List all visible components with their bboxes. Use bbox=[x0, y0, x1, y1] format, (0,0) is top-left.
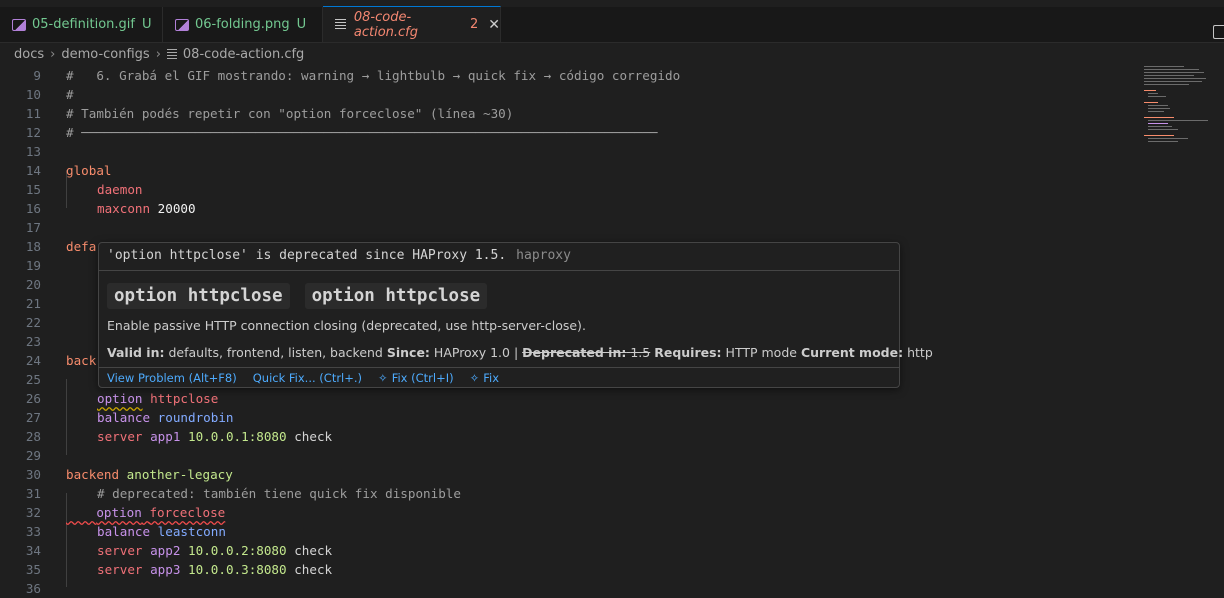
divider bbox=[99, 270, 899, 271]
code-line: 27 balance roundrobin bbox=[25, 410, 234, 425]
diagnostic-message: 'option httpclose' is deprecated since H… bbox=[107, 248, 571, 263]
code-line: 35 server app3 10.0.0.3:8080 check bbox=[25, 562, 333, 577]
hover-code: option httpclose bbox=[107, 283, 290, 309]
hover-title: option httpclose option httpclose bbox=[107, 283, 488, 309]
code-line: 28 server app1 10.0.0.1:8080 check bbox=[25, 429, 333, 444]
image-file-icon bbox=[175, 18, 189, 31]
code-line: 13 bbox=[25, 144, 41, 159]
image-file-icon bbox=[12, 18, 26, 31]
hover-actions: View Problem (Alt+F8) Quick Fix... (Ctrl… bbox=[107, 371, 499, 385]
code-line: 15 daemon bbox=[25, 182, 143, 197]
breadcrumb: docs › demo-configs › 08-code-action.cfg bbox=[14, 44, 304, 64]
code-line: 36 bbox=[25, 581, 41, 596]
breadcrumb-item[interactable]: 08-code-action.cfg bbox=[183, 47, 304, 62]
diagnostic-source: haproxy bbox=[516, 248, 571, 263]
fix-link[interactable]: ✧ Fix (Ctrl+I) bbox=[378, 371, 454, 385]
text-file-icon bbox=[166, 48, 177, 60]
tab-label: 06-folding.png bbox=[195, 17, 290, 32]
code-line: 32 option forceclose bbox=[25, 505, 226, 520]
hover-code: option httpclose bbox=[304, 283, 488, 309]
untracked-badge: U bbox=[296, 17, 307, 32]
deprecated-keyword[interactable]: option bbox=[97, 391, 143, 406]
tab-08-code-action[interactable]: 08-code-action.cfg 2 ✕ bbox=[323, 6, 501, 42]
breadcrumb-item[interactable]: demo-configs bbox=[61, 47, 149, 62]
code-line: 30 backend another-legacy bbox=[25, 467, 233, 482]
code-line: 10 # bbox=[25, 87, 74, 102]
divider bbox=[99, 367, 899, 368]
code-line: 16 maxconn 20000 bbox=[25, 201, 196, 216]
code-line: 17 bbox=[25, 220, 41, 235]
quick-fix-link[interactable]: Quick Fix... (Ctrl+.) bbox=[253, 371, 362, 385]
hover-metadata: Valid in: defaults, frontend, listen, ba… bbox=[107, 345, 933, 360]
code-line: 26 option httpclose bbox=[25, 391, 219, 406]
code-line: 33 balance leastconn bbox=[25, 524, 226, 539]
hover-widget: 'option httpclose' is deprecated since H… bbox=[98, 242, 933, 388]
tab-05-definition[interactable]: 05-definition.gif U bbox=[0, 7, 163, 42]
code-line: 29 bbox=[25, 448, 41, 463]
tab-label: 05-definition.gif bbox=[32, 17, 135, 32]
untracked-badge: U bbox=[142, 17, 152, 32]
chevron-right-icon: › bbox=[50, 46, 56, 62]
text-file-icon bbox=[335, 19, 346, 30]
tab-06-folding[interactable]: 06-folding.png U bbox=[163, 7, 323, 42]
problem-count-badge: 2 bbox=[469, 17, 479, 32]
code-line: 12 # ────────────────────────────────────… bbox=[25, 125, 658, 140]
split-editor-icon[interactable] bbox=[1213, 25, 1224, 39]
code-line: 9 # 6. Grabá el GIF mostrando: warning → … bbox=[33, 68, 681, 83]
tab-bar: 05-definition.gif U 06-folding.png U 08-… bbox=[0, 6, 1224, 43]
fix-chat-link[interactable]: ✧ Fix bbox=[470, 371, 499, 385]
code-line: 34 server app2 10.0.0.2:8080 check bbox=[25, 543, 333, 558]
minimap[interactable] bbox=[1144, 64, 1214, 144]
close-icon[interactable]: ✕ bbox=[488, 17, 500, 33]
hover-description: Enable passive HTTP connection closing (… bbox=[107, 318, 586, 333]
code-line: 31 # deprecated: también tiene quick fix … bbox=[25, 486, 461, 501]
view-problem-link[interactable]: View Problem (Alt+F8) bbox=[107, 371, 237, 385]
sparkle-icon: ✧ bbox=[378, 371, 388, 385]
code-line: 11 # También podés repetir con "option fo… bbox=[25, 106, 514, 121]
breadcrumb-item[interactable]: docs bbox=[14, 47, 44, 62]
code-line: 14 global bbox=[25, 163, 112, 178]
sparkle-icon: ✧ bbox=[469, 371, 480, 385]
tab-label: 08-code-action.cfg bbox=[353, 9, 418, 40]
deprecated-keyword[interactable]: option bbox=[96, 505, 142, 520]
chevron-right-icon: › bbox=[155, 46, 161, 62]
